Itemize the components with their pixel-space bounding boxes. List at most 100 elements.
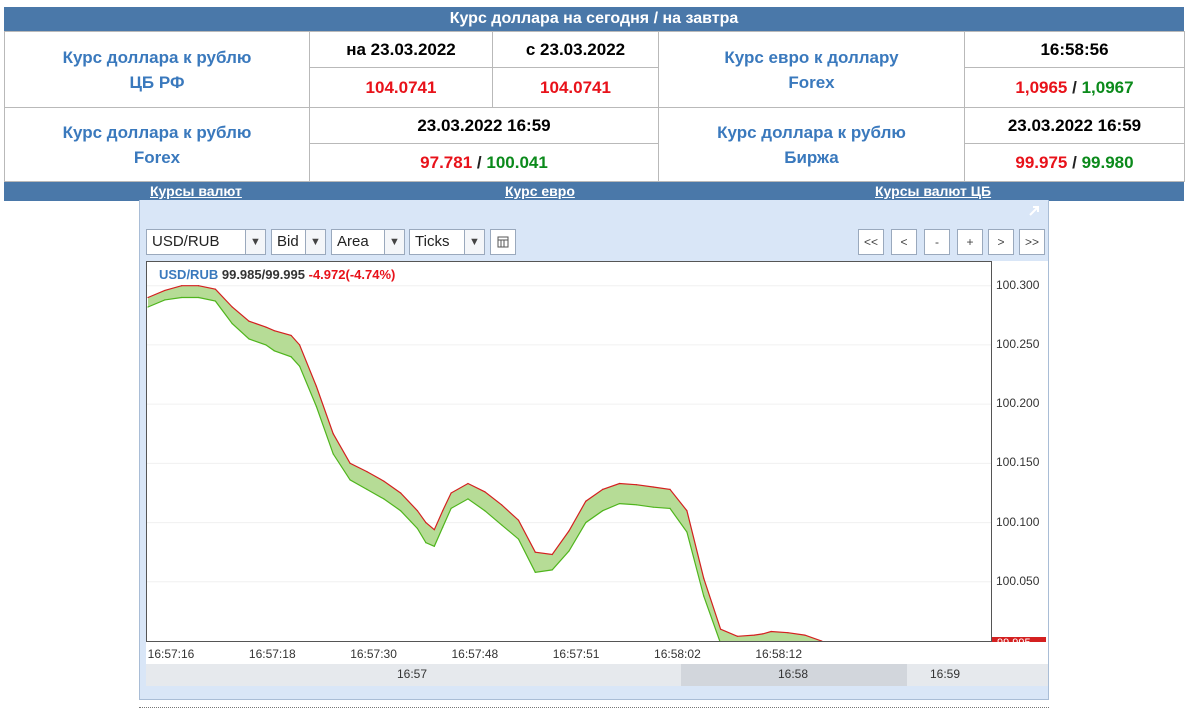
bid-point [635, 504, 637, 506]
zoom-out-button[interactable]: - [924, 229, 950, 255]
x-tick-label: 16:57:30 [350, 647, 397, 661]
ask-point [551, 553, 553, 556]
usd-forex-label: Курс доллара к рублю Forex [4, 107, 310, 182]
scroll-start-button[interactable]: << [858, 229, 884, 255]
table-view-button[interactable] [490, 229, 516, 255]
ask-point [467, 482, 469, 485]
bid-point [315, 405, 317, 408]
bid-point [686, 531, 688, 533]
chart-legend: USD/RUB 99.985/99.995 -4.972(-4.74%) [159, 267, 396, 282]
eur-forex-label: Курс евро к доллару Forex [658, 31, 965, 108]
ask-point [534, 551, 536, 553]
ask-point [416, 510, 419, 512]
navigator-label: 16:57 [396, 667, 428, 681]
y-tick-label: 100.200 [996, 396, 1040, 411]
price-type-select[interactable]: Bid ▼ [271, 229, 326, 255]
chart-plot-area[interactable]: USD/RUB 99.985/99.995 -4.972(-4.74%) [146, 261, 992, 642]
navigator-label: 16:58 [777, 667, 809, 681]
period-select[interactable]: Ticks ▼ [409, 229, 485, 255]
y-tick-label: 100.150 [996, 455, 1040, 470]
ask-point [736, 635, 739, 637]
ask-point [349, 462, 351, 464]
chevron-down-icon: ▼ [305, 230, 325, 254]
bid-point [332, 453, 334, 455]
scroll-right-button[interactable]: > [988, 229, 1014, 255]
x-tick-label: 16:57:16 [147, 647, 195, 661]
bid-point [450, 507, 452, 509]
bid-point [442, 526, 444, 528]
ask-point [501, 504, 503, 506]
page-title: Курс доллара на сегодня / на завтра [4, 7, 1184, 31]
chevron-down-icon: ▼ [464, 230, 484, 254]
ask-point [753, 634, 755, 636]
bid-point [416, 527, 419, 530]
bid-point [248, 338, 250, 340]
ask-point [298, 344, 301, 346]
x-axis: 16:57:16 16:57:18 16:57:30 16:57:48 16:57:51… [146, 642, 1048, 664]
ask-point [652, 486, 654, 488]
navigator-label: 16:59 [929, 667, 961, 681]
ask-point [787, 632, 789, 634]
ask-point [214, 288, 216, 290]
ask-point [248, 320, 250, 322]
bid-point [231, 322, 233, 325]
bid-point [703, 595, 705, 597]
usd-exchange-quote: 99.975 / 99.980 [964, 143, 1185, 182]
ask-point [804, 634, 806, 636]
ask-point [762, 633, 764, 635]
usd-cb-value-today: 104.0741 [309, 67, 493, 108]
nav-bar: Курсы валют Курс евро Курсы валют ЦБ [4, 182, 1184, 201]
y-tick-label: 100.100 [996, 514, 1040, 529]
bid-point [164, 299, 166, 301]
x-tick-label: 16:58:12 [755, 647, 803, 661]
ask-point [568, 530, 570, 532]
nav-link-currencies[interactable]: Курсы валют [150, 183, 242, 199]
navigator-strip[interactable]: 16:57 16:58 16:59 [146, 664, 1048, 686]
ask-point [366, 471, 368, 473]
bid-point [425, 542, 427, 544]
ask-point [703, 577, 705, 579]
ask-point [181, 285, 183, 287]
ask-point [442, 510, 444, 512]
usd-exchange-datetime: 23.03.2022 16:59 [964, 107, 1185, 144]
chevron-down-icon: ▼ [384, 230, 404, 254]
ask-point [450, 492, 452, 494]
eur-forex-time: 16:58:56 [964, 31, 1185, 68]
chevron-down-icon: ▼ [245, 230, 265, 254]
scroll-end-button[interactable]: >> [1019, 229, 1045, 255]
bid-point [290, 356, 292, 358]
nav-link-euro[interactable]: Курс евро [505, 183, 575, 199]
ask-point [433, 529, 435, 531]
bid-point [366, 488, 368, 490]
bid-point [467, 498, 469, 500]
ask-point [719, 628, 722, 630]
ask-point [770, 630, 772, 633]
rates-table: Курс доллара к рублю ЦБ РФ на 23.03.2022 … [4, 31, 1185, 182]
y-tick-label: 100.300 [996, 277, 1040, 292]
price-chart [147, 285, 991, 641]
zoom-in-button[interactable]: + [957, 229, 983, 255]
nav-link-cb-rates[interactable]: Курсы валют ЦБ [875, 183, 991, 199]
bid-point [602, 510, 604, 512]
x-tick-label: 16:58:02 [654, 647, 701, 661]
bid-point [349, 479, 351, 481]
bid-point [501, 524, 503, 526]
expand-icon[interactable] [1028, 205, 1040, 217]
scroll-left-button[interactable]: < [891, 229, 917, 255]
ask-point [197, 285, 200, 287]
x-tick-label: 16:57:18 [248, 647, 296, 661]
bid-point [669, 507, 671, 509]
chart-widget: USD/RUB ▼ Bid ▼ Area ▼ Ticks ▼ << < - + > >>… [139, 200, 1049, 700]
ask-point [265, 326, 267, 328]
bid-point [618, 503, 621, 505]
ask-point [231, 306, 233, 308]
ask-point [290, 334, 292, 337]
usd-forex-datetime: 23.03.2022 16:59 [309, 107, 659, 144]
ask-point [669, 488, 671, 490]
ask-point [635, 484, 637, 486]
instrument-select[interactable]: USD/RUB ▼ [146, 229, 266, 255]
bid-point [400, 510, 402, 512]
x-tick-label: 16:57:48 [451, 647, 499, 661]
chart-type-select[interactable]: Area ▼ [331, 229, 405, 255]
usd-forex-quote: 97.781 / 100.041 [309, 143, 659, 182]
